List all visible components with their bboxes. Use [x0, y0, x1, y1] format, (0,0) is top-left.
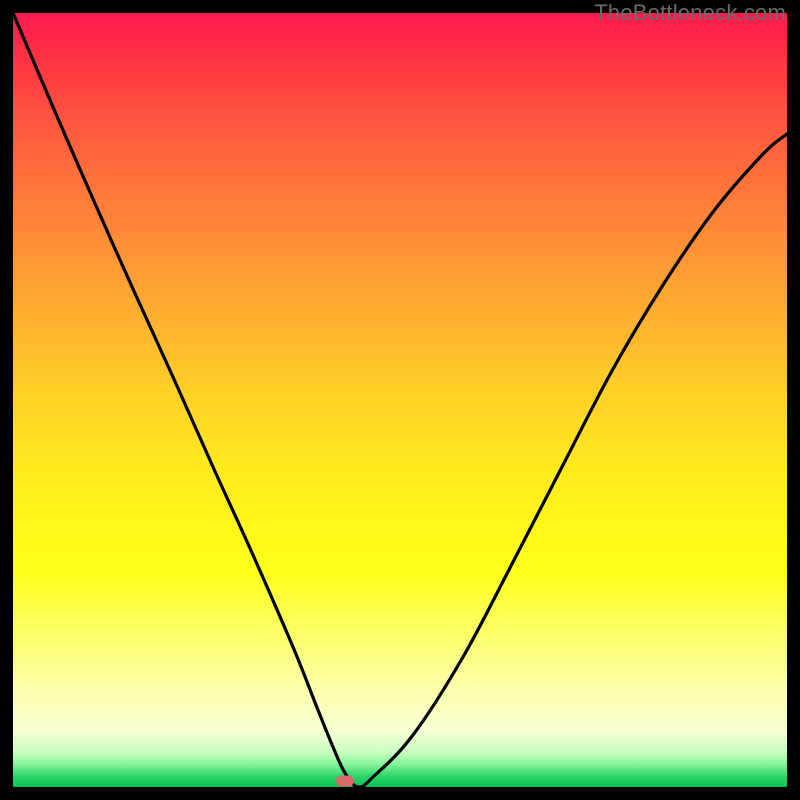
- minimum-marker: [336, 776, 354, 787]
- watermark-text: TheBottleneck.com: [594, 0, 786, 26]
- chart-plot-area: [13, 13, 787, 787]
